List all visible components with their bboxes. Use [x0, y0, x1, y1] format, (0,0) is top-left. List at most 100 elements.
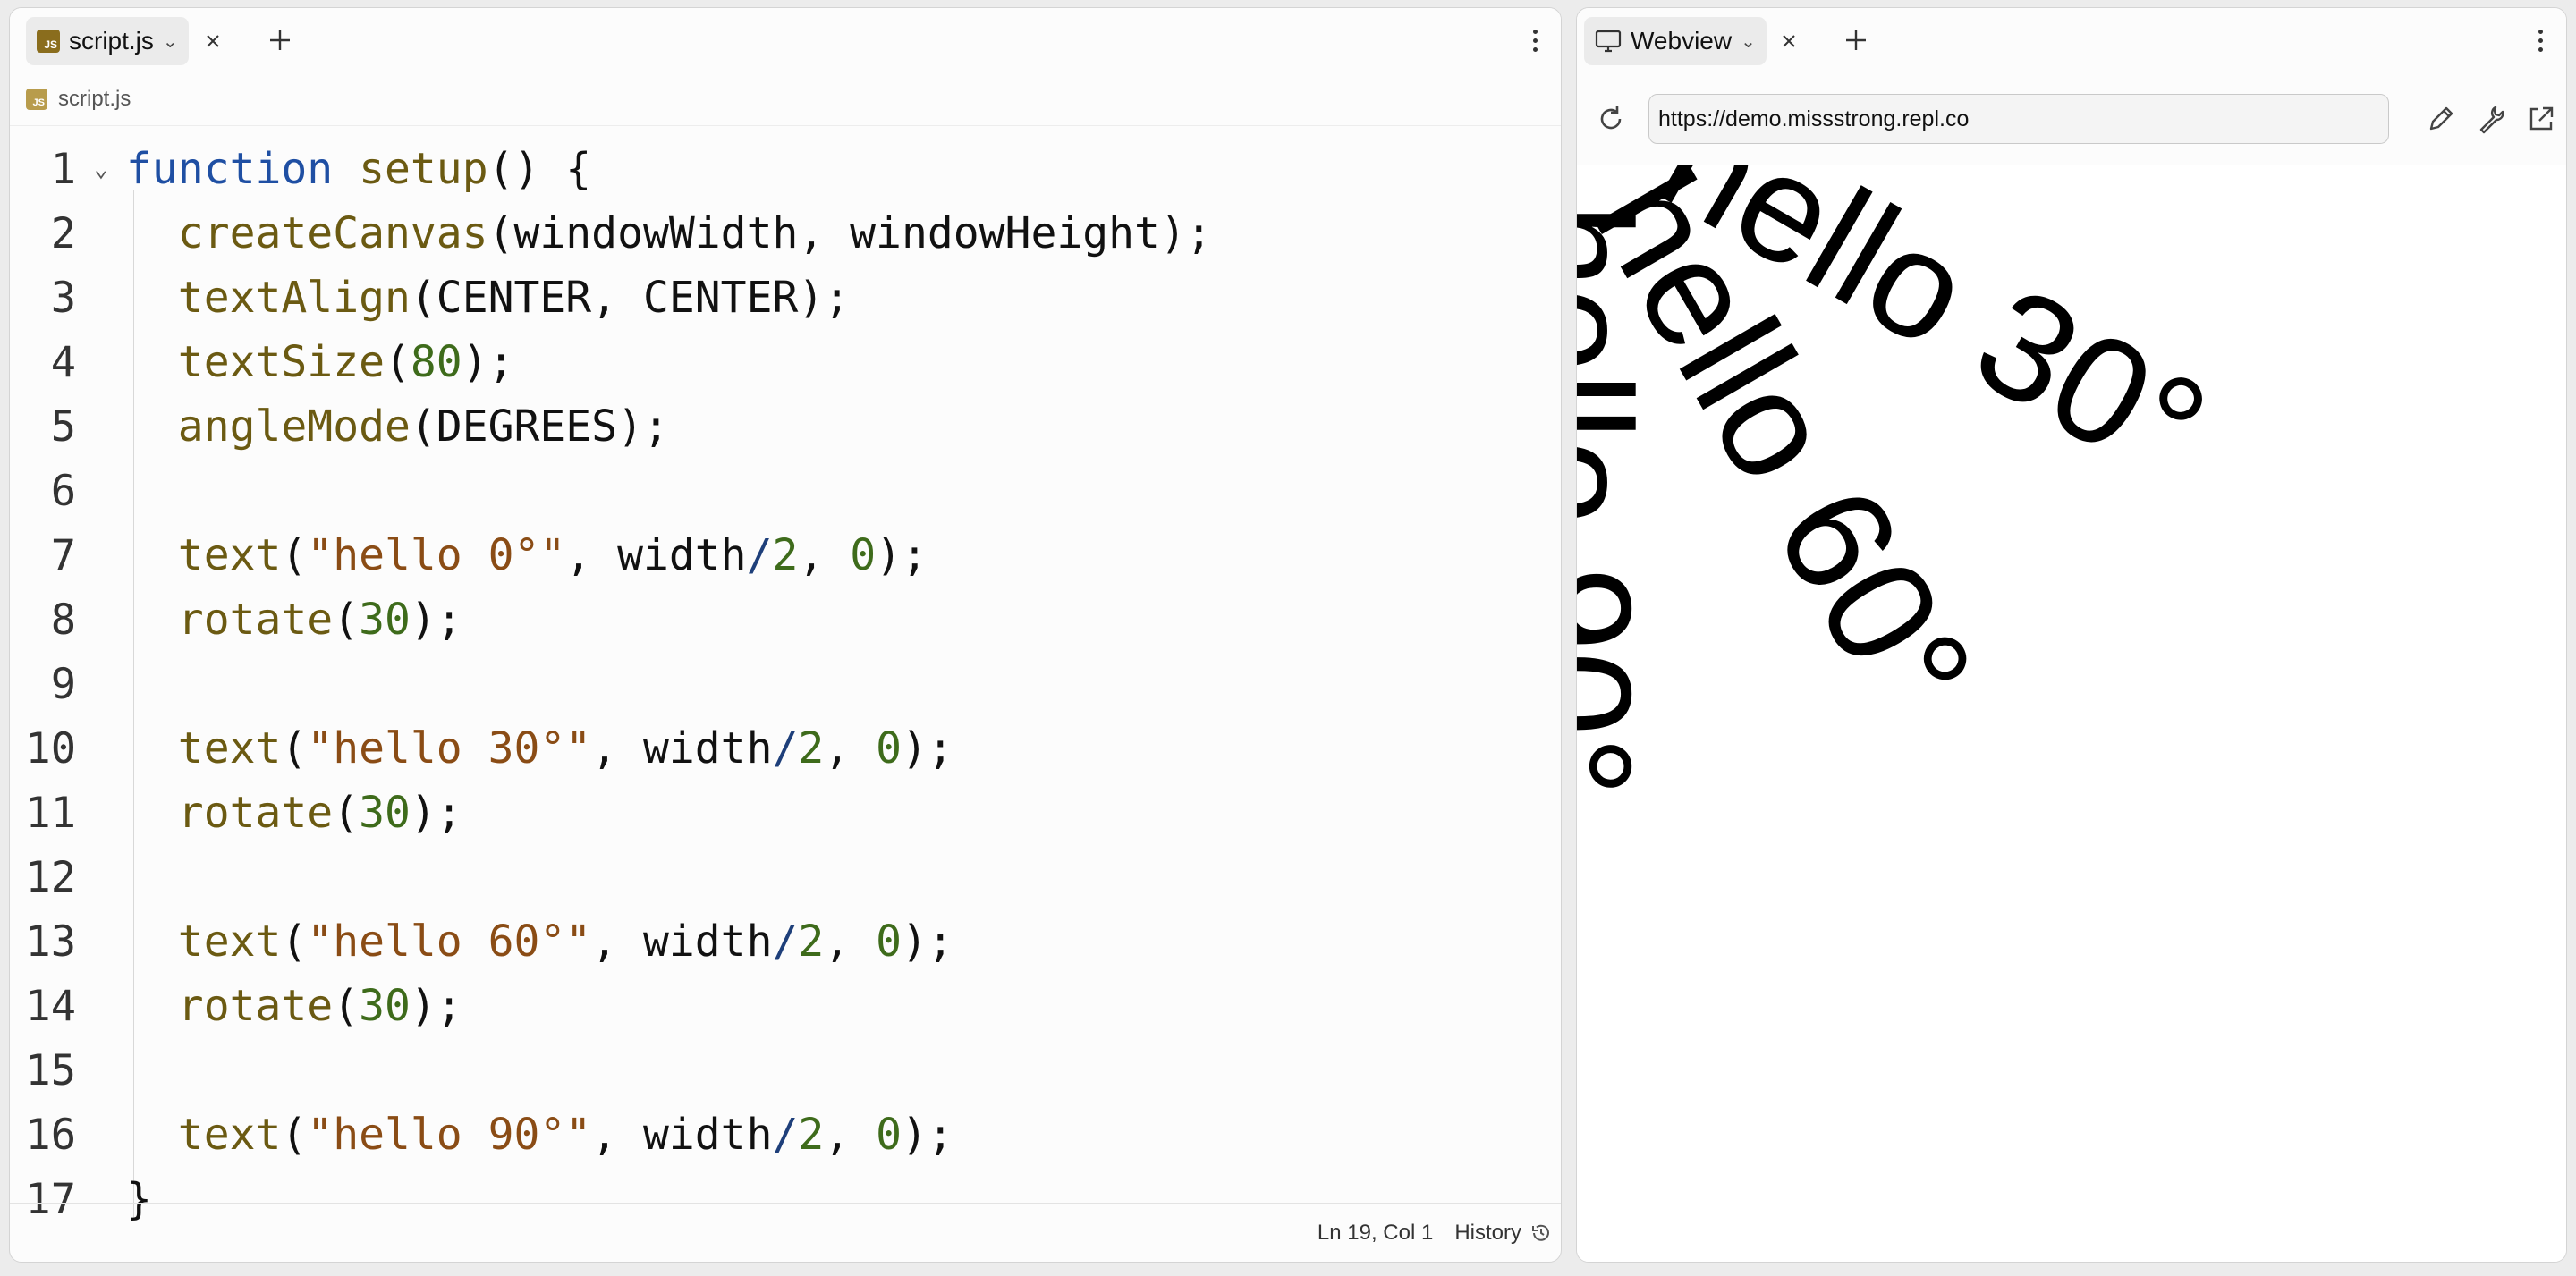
code-line[interactable]: 2 createCanvas (windowWidth, windowHeight…: [10, 201, 1212, 266]
editor-tabbar: JS script.js ⌄: [10, 8, 1561, 72]
tab-script-js[interactable]: JS script.js ⌄: [26, 17, 189, 65]
plus-icon: [1846, 30, 1866, 50]
code-token: text: [177, 723, 282, 773]
code-line[interactable]: 10 text("hello 30°", width/2, 0);: [10, 716, 953, 781]
kebab-menu-icon: [1532, 29, 1538, 34]
code-token: () {: [487, 144, 592, 194]
cursor-position[interactable]: Ln 19, Col 1: [1318, 1221, 1433, 1246]
code-token: 2: [798, 917, 825, 967]
code-token: ,: [824, 723, 877, 773]
code-token: (: [281, 917, 308, 967]
code-line[interactable]: 9: [10, 652, 126, 716]
new-tab-button[interactable]: [1836, 21, 1876, 60]
code-line[interactable]: 13 text("hello 60°", width/2, 0);: [10, 909, 953, 974]
code-line[interactable]: 6: [10, 459, 126, 523]
url-input[interactable]: https://demo.missstrong.repl.co: [1648, 94, 2389, 144]
code-token: );: [462, 337, 514, 387]
code-token: rotate: [177, 595, 334, 645]
history-button[interactable]: History: [1454, 1221, 1552, 1246]
plus-icon: [270, 30, 290, 50]
open-external-button[interactable]: [2523, 101, 2559, 137]
chevron-down-icon[interactable]: ⌄: [1741, 30, 1756, 53]
line-number: 6: [50, 466, 76, 516]
line-number: 10: [25, 723, 76, 773]
code-line[interactable]: 4 textSize(80);: [10, 330, 514, 394]
reload-button[interactable]: [1593, 101, 1629, 137]
code-token: );: [902, 917, 953, 967]
code-token: (: [384, 337, 411, 387]
url-toolbar: https://demo.missstrong.repl.co: [1577, 72, 2566, 165]
p5-canvas-output[interactable]: hello 0°hello 30°hello 60°hello 90°: [1577, 165, 2566, 1262]
history-label: History: [1454, 1220, 1521, 1245]
code-token: );: [410, 595, 462, 645]
code-token: 2: [798, 1110, 825, 1160]
breadcrumb: JS script.js: [10, 72, 1561, 126]
chevron-down-icon[interactable]: ⌄: [163, 30, 178, 53]
code-line[interactable]: 14 rotate(30);: [10, 974, 462, 1038]
code-line[interactable]: 3 textAlign (CENTER, CENTER);: [10, 266, 850, 330]
code-token: "hello 60°": [307, 917, 592, 967]
history-icon: [1532, 1224, 1549, 1241]
code-token: 0: [876, 723, 902, 773]
code-token: (: [333, 981, 360, 1031]
close-tab-button[interactable]: [196, 24, 230, 58]
code-token: "hello 30°": [307, 723, 592, 773]
kebab-menu-icon: [2538, 29, 2543, 34]
line-number: 14: [25, 981, 76, 1031]
code-token: "hello 90°": [307, 1110, 592, 1160]
close-tab-button[interactable]: [1772, 24, 1806, 58]
code-line[interactable]: 7 text("hello 0°", width/2, 0);: [10, 523, 928, 587]
code-token: (: [333, 788, 360, 838]
code-token: 80: [410, 337, 462, 387]
code-token: text: [177, 917, 282, 967]
code-line[interactable]: 16 text("hello 90°", width/2, 0);: [10, 1103, 953, 1167]
editor-menu-button[interactable]: [1521, 21, 1548, 60]
webview-pane: Webview ⌄ https://demo.missstrong.repl.c…: [1576, 7, 2567, 1263]
line-number: 8: [50, 595, 76, 645]
line-number: 1: [50, 144, 76, 194]
code-token: , width: [591, 723, 773, 773]
url-text: https://demo.missstrong.repl.co: [1658, 106, 1970, 131]
code-token: (CENTER, CENTER);: [410, 273, 851, 323]
code-line[interactable]: 8 rotate(30);: [10, 587, 462, 652]
devtools-button[interactable]: [2473, 101, 2509, 137]
code-line[interactable]: 15: [10, 1038, 126, 1103]
code-token: ,: [824, 1110, 877, 1160]
edit-button[interactable]: [2423, 101, 2459, 137]
tab-label: Webview: [1631, 27, 1733, 55]
reload-icon: [1600, 106, 1622, 130]
canvas-text: hello 90°: [1577, 203, 1662, 797]
javascript-file-icon: JS: [37, 30, 60, 53]
wrench-icon: [2479, 106, 2504, 134]
code-token: (windowWidth, windowHeight);: [487, 208, 1212, 258]
code-token: /: [772, 723, 799, 773]
code-token: , width: [565, 530, 747, 580]
status-bar: Ln 19, Col 1 History: [10, 1203, 1561, 1262]
breadcrumb-file[interactable]: script.js: [58, 87, 131, 112]
code-token: , width: [591, 1110, 773, 1160]
code-token: "hello 0°": [307, 530, 566, 580]
line-number: 7: [50, 530, 76, 580]
code-token: 0: [876, 917, 902, 967]
code-editor[interactable]: 1 ⌄ function setup() {2 createCanvas (windo…: [10, 133, 1561, 1224]
tab-webview[interactable]: Webview ⌄: [1584, 17, 1767, 65]
fold-chevron-icon[interactable]: ⌄: [76, 156, 126, 182]
code-token: 30: [359, 981, 411, 1031]
code-token: 30: [359, 595, 411, 645]
line-number: 16: [25, 1110, 76, 1160]
code-line[interactable]: 5 angleMode (DEGREES);: [10, 394, 669, 459]
line-number: 4: [50, 337, 76, 387]
code-token: (DEGREES);: [410, 401, 669, 452]
webview-menu-button[interactable]: [2527, 21, 2554, 60]
code-line[interactable]: 12: [10, 845, 126, 909]
code-line[interactable]: 11 rotate(30);: [10, 781, 462, 845]
code-token: /: [772, 917, 799, 967]
line-number: 13: [25, 917, 76, 967]
new-tab-button[interactable]: [260, 21, 300, 60]
code-line[interactable]: 1 ⌄ function setup() {: [10, 137, 591, 201]
